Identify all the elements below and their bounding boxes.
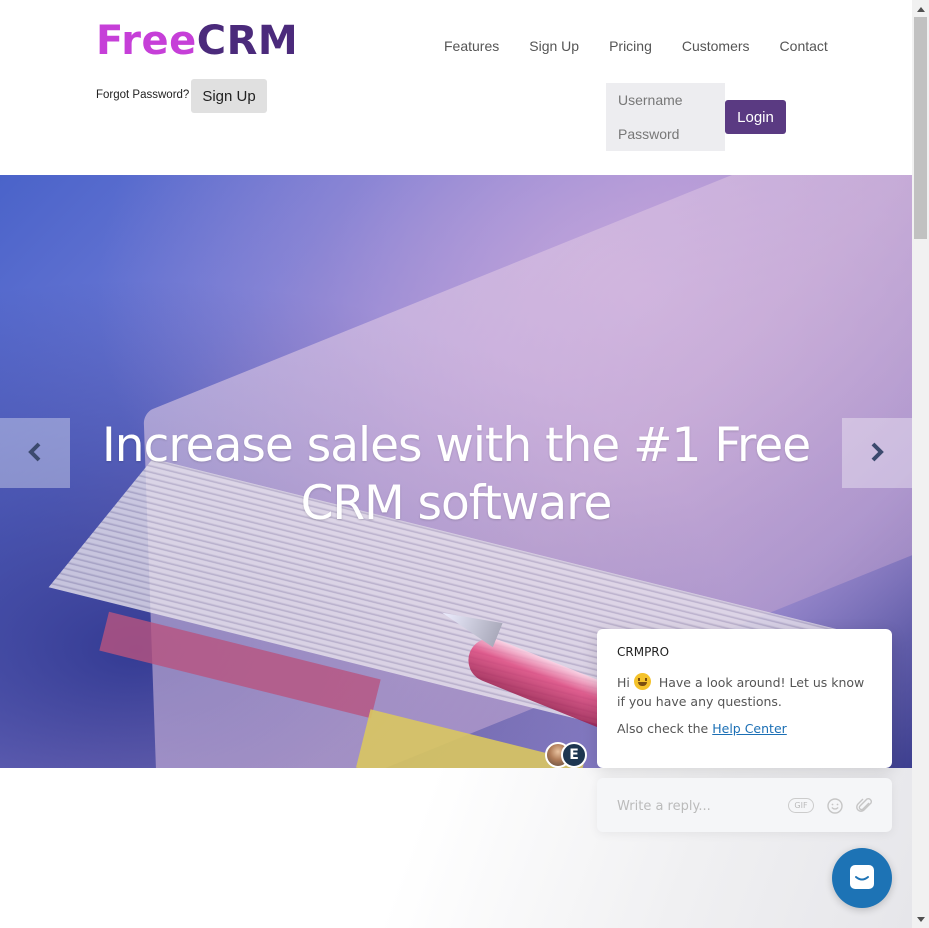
scroll-down-arrow-icon[interactable] [912, 911, 929, 928]
scroll-up-arrow-icon[interactable] [912, 0, 929, 17]
freecrm-logo[interactable]: FreeCRM [96, 18, 298, 64]
emoji-picker-icon[interactable] [827, 798, 843, 814]
signup-button[interactable]: Sign Up [191, 79, 267, 113]
username-input[interactable] [606, 83, 725, 117]
password-input[interactable] [606, 117, 725, 151]
chat-message-card[interactable]: CRMPRO Hi Have a look around! Let us kno… [597, 629, 892, 768]
chat-message: Hi Have a look around! Let us know if yo… [617, 673, 872, 711]
logo-free-text: Free [96, 18, 197, 64]
nav-pricing[interactable]: Pricing [609, 38, 652, 54]
chat-sender: CRMPRO [617, 645, 670, 659]
forgot-password-link[interactable]: Forgot Password? [96, 89, 189, 101]
chat-reply-input[interactable] [597, 778, 799, 834]
page-scrollbar[interactable] [912, 0, 929, 928]
scrollbar-thumb[interactable] [914, 17, 927, 239]
chevron-left-icon [28, 442, 42, 465]
chat-greeting: Hi [617, 675, 630, 690]
chat-launcher-button[interactable] [832, 848, 892, 908]
top-nav: Features Sign Up Pricing Customers Conta… [444, 38, 858, 54]
help-center-link[interactable]: Help Center [712, 721, 787, 736]
chat-bubble-icon [847, 862, 877, 895]
nav-contact[interactable]: Contact [780, 38, 828, 54]
logo-crm-text: CRM [196, 18, 299, 64]
chevron-right-icon [870, 442, 884, 465]
page: FreeCRM Features Sign Up Pricing Custome… [0, 0, 912, 928]
chat-avatars: E [545, 742, 587, 768]
login-form [606, 83, 725, 151]
attachment-icon[interactable] [856, 797, 874, 815]
chat-message-body: Have a look around! Let us know if you h… [617, 675, 865, 709]
nav-features[interactable]: Features [444, 38, 499, 54]
hero-title: Increase sales with the #1 Free CRM soft… [101, 418, 811, 531]
chat-reply-box: GIF [597, 778, 892, 834]
chat-also-text: Also check the [617, 721, 709, 736]
carousel-prev-button[interactable] [0, 418, 70, 488]
login-button[interactable]: Login [725, 100, 786, 134]
gif-icon[interactable]: GIF [788, 798, 814, 813]
carousel-next-button[interactable] [842, 418, 912, 488]
smiley-emoji-icon [633, 673, 651, 690]
agent-initial-avatar: E [561, 742, 587, 768]
nav-sign-up[interactable]: Sign Up [529, 38, 579, 54]
nav-customers[interactable]: Customers [682, 38, 750, 54]
